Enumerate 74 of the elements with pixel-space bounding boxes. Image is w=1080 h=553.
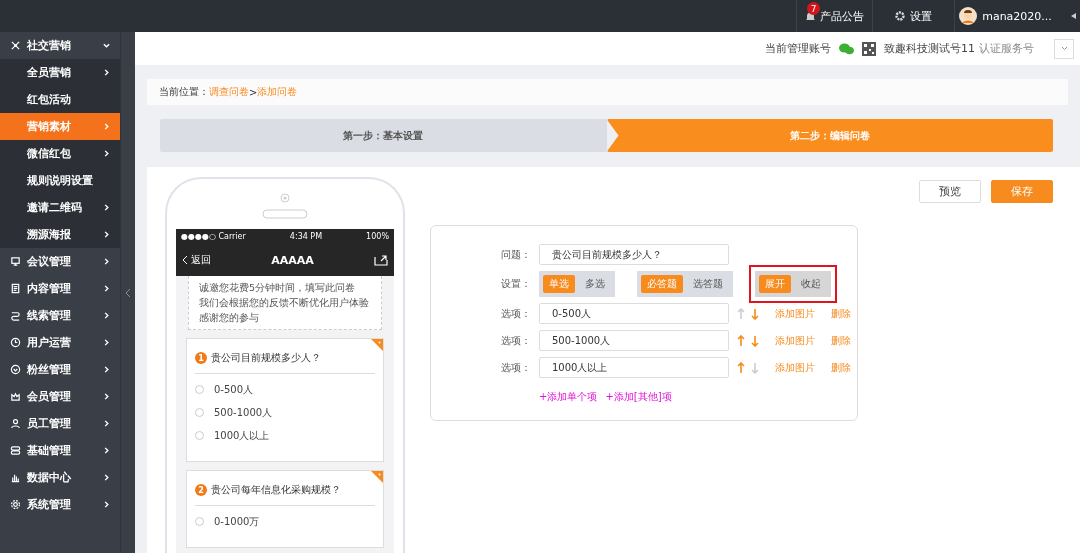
qr-code-icon xyxy=(862,41,876,56)
add-option-link[interactable]: +添加单个项 xyxy=(539,390,598,404)
monitor-icon xyxy=(10,256,21,267)
clock-icon xyxy=(10,337,21,348)
radio-button[interactable] xyxy=(195,385,204,394)
chevron-left-icon xyxy=(182,255,188,265)
account-name: 致趣科技测试号11 xyxy=(884,41,975,56)
phone-title: AAAAA xyxy=(270,253,315,267)
chat-bubbles-icon xyxy=(839,42,854,55)
gear-icon xyxy=(10,499,21,510)
toggle-option[interactable]: 选答题 xyxy=(687,275,729,293)
network-icon xyxy=(10,40,21,51)
speaker-icon xyxy=(262,209,308,219)
account-label: 当前管理账号 xyxy=(765,41,831,56)
phone-status-bar: ●●●●○ Carrier 4:34 PM 100% xyxy=(176,229,394,244)
radio-button[interactable] xyxy=(195,408,204,417)
option-label: 500-1000人 xyxy=(214,405,273,420)
option-field[interactable]: 500-1000人 xyxy=(539,330,729,351)
survey-intro: 诚邀您花费5分钟时间，填写此问卷 我们会根据您的反馈不断优化用户体验 感谢您的参与 xyxy=(188,276,382,330)
account-type: 认证服务号 xyxy=(979,41,1034,56)
question-title: 贵公司每年信息化采购规模？ xyxy=(211,483,341,497)
avatar-icon xyxy=(959,7,978,25)
question-number: 2 xyxy=(195,484,207,496)
radio-button[interactable] xyxy=(195,517,204,526)
question-field[interactable]: 贵公司目前规模多少人？ xyxy=(539,244,729,265)
back-link[interactable]: 返回 xyxy=(191,253,211,267)
settings-icon xyxy=(895,11,905,21)
arrow-down-icon[interactable] xyxy=(751,361,759,374)
option-label: 0-1000万 xyxy=(214,514,260,529)
notice-label: 产品公告 xyxy=(819,8,864,24)
sidebar-subitem[interactable]: 规则说明设置 xyxy=(0,167,120,194)
chevron-down-icon xyxy=(1060,46,1068,51)
arrow-up-icon[interactable] xyxy=(737,361,745,374)
document-icon xyxy=(10,283,21,294)
arrow-up-icon[interactable] xyxy=(737,307,745,320)
add-option-link[interactable]: +添加[其他]项 xyxy=(605,390,672,404)
link-icon xyxy=(10,310,21,321)
field-label: 设置： xyxy=(500,277,531,291)
collapse-handle[interactable] xyxy=(120,32,135,553)
database-icon xyxy=(10,445,21,456)
sidebar-subitem[interactable]: 红包活动 xyxy=(0,86,120,113)
option-field[interactable]: 0-500人 xyxy=(539,303,729,324)
radio-button[interactable] xyxy=(195,431,204,440)
camera-icon xyxy=(280,193,290,203)
preview-button[interactable]: 预览 xyxy=(919,180,981,203)
share-icon xyxy=(374,254,388,266)
toggle-option[interactable]: 收起 xyxy=(795,275,827,293)
crown-icon xyxy=(10,391,21,402)
sidebar-subitem[interactable]: 溯源海报 xyxy=(0,221,120,248)
question-number: 1 xyxy=(195,352,207,364)
arrow-up-icon[interactable] xyxy=(737,334,745,347)
account-dropdown[interactable] xyxy=(1054,38,1074,59)
option-field[interactable]: 1000人以上 xyxy=(539,357,729,378)
field-label: 选项： xyxy=(500,306,531,321)
question-title: 贵公司目前规模多少人？ xyxy=(211,351,321,365)
sidebar-subitem[interactable]: 邀请二维码 xyxy=(0,194,120,221)
notification-badge: 7 xyxy=(807,2,820,15)
field-label: 选项： xyxy=(500,333,531,348)
step-tab[interactable]: 第一步：基本设置 xyxy=(160,119,607,152)
arrow-down-icon[interactable] xyxy=(751,307,759,320)
arrow-down-icon[interactable] xyxy=(751,334,759,347)
sidebar-subitem[interactable]: 微信红包 xyxy=(0,140,120,167)
option-label: 1000人以上 xyxy=(214,428,270,443)
sidebar-subitem[interactable]: 全员营销 xyxy=(0,59,120,86)
field-label: 选项： xyxy=(500,360,531,375)
caret-icon xyxy=(1070,13,1076,19)
bar-chart-icon xyxy=(10,472,21,483)
chevron-left-icon xyxy=(125,287,131,298)
option-label: 0-500人 xyxy=(214,382,254,397)
toggle-option[interactable]: 多选 xyxy=(579,275,611,293)
breadcrumb-separator: > xyxy=(249,86,258,98)
breadcrumb-prefix: 当前位置： xyxy=(159,85,209,99)
field-label: 问题： xyxy=(500,247,531,262)
person-icon xyxy=(10,418,21,429)
